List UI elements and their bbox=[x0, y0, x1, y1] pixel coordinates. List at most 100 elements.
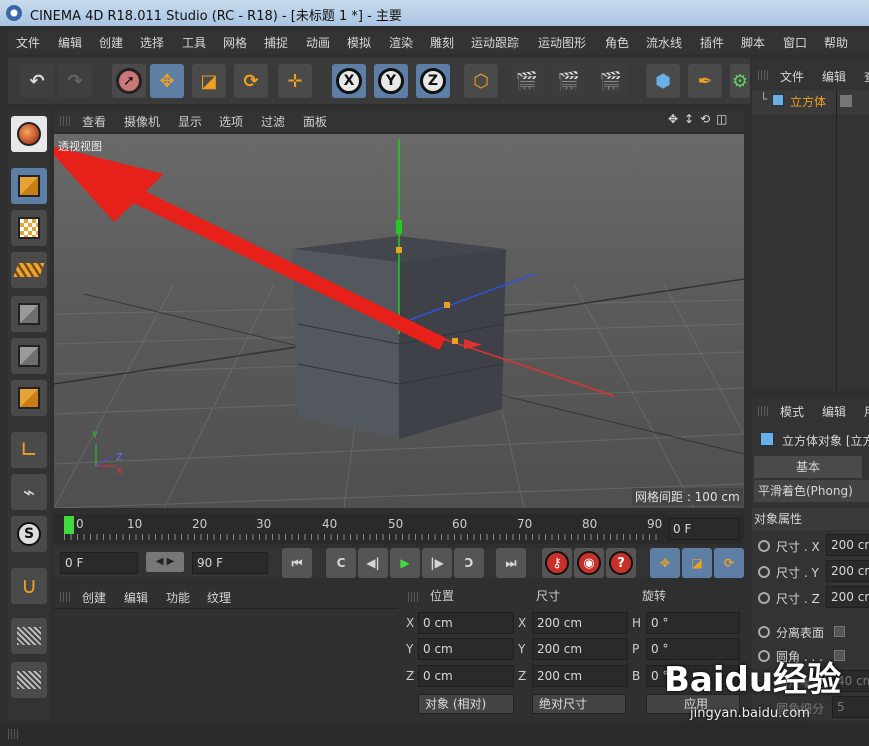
menu-create[interactable]: 创建 bbox=[99, 34, 123, 51]
material-menu-texture[interactable]: 纹理 bbox=[207, 589, 231, 606]
pos-x-field[interactable]: 0 cm bbox=[418, 612, 514, 634]
rotate-tool-button[interactable]: ⟳ bbox=[234, 64, 268, 98]
tab-basic[interactable]: 基本 bbox=[754, 456, 862, 478]
size-mode-dropdown[interactable]: 绝对尺寸 bbox=[532, 694, 626, 714]
menu-mesh[interactable]: 网格 bbox=[223, 34, 247, 51]
viewport-menu-panel[interactable]: 面板 bbox=[303, 113, 327, 130]
menu-simulate[interactable]: 模拟 bbox=[347, 34, 371, 51]
menu-character[interactable]: 角色 bbox=[605, 34, 629, 51]
autokey-button[interactable]: ◉ bbox=[574, 548, 604, 578]
points-mode-button[interactable] bbox=[11, 296, 47, 332]
coord-mode-dropdown[interactable]: 对象 (相对) bbox=[418, 694, 514, 714]
key-rotation-button[interactable]: ⟳ bbox=[714, 548, 744, 578]
attr-menu-user[interactable]: 用 bbox=[864, 403, 869, 420]
axis-mode-button[interactable]: ∟ bbox=[11, 432, 47, 468]
render-view-button[interactable]: 🎬 bbox=[510, 64, 544, 98]
current-frame-field[interactable]: 0 F bbox=[668, 518, 740, 540]
pen-spline-button[interactable]: ✒ bbox=[688, 64, 722, 98]
menu-edit[interactable]: 编辑 bbox=[58, 34, 82, 51]
material-menu-edit[interactable]: 编辑 bbox=[124, 589, 148, 606]
menu-select[interactable]: 选择 bbox=[140, 34, 164, 51]
lock-workplane-button[interactable] bbox=[11, 618, 47, 654]
frame-range-slider[interactable]: ◀ ▶ bbox=[146, 552, 184, 572]
phong-tag-icon[interactable] bbox=[840, 95, 852, 107]
key-position-button[interactable]: ✥ bbox=[650, 548, 680, 578]
menu-help[interactable]: 帮助 bbox=[824, 34, 848, 51]
attr-menu-mode[interactable]: 模式 bbox=[780, 403, 804, 420]
menu-motion-tracking[interactable]: 运动跟踪 bbox=[471, 34, 519, 51]
viewport-zoom-icon[interactable]: ↕ bbox=[684, 112, 694, 126]
separate-surfaces-radio[interactable] bbox=[758, 626, 770, 638]
size-z-field[interactable]: 200 cm bbox=[826, 586, 869, 608]
magnet-button[interactable]: ∪ bbox=[11, 568, 47, 604]
viewport-rotate-icon[interactable]: ⟲ bbox=[700, 112, 710, 126]
key-scale-button[interactable]: ◪ bbox=[682, 548, 712, 578]
move-tool-button[interactable]: ✥ bbox=[150, 64, 184, 98]
next-frame-button[interactable]: |▶ bbox=[422, 548, 452, 578]
viewport-menu-view[interactable]: 查看 bbox=[82, 113, 106, 130]
coord-size-z-field[interactable]: 200 cm bbox=[532, 665, 628, 687]
z-axis-button[interactable]: Z bbox=[416, 64, 450, 98]
transform-tool-button[interactable]: ✛ bbox=[278, 64, 312, 98]
tab-phong[interactable]: 平滑着色(Phong) bbox=[754, 480, 869, 502]
object-menu-edit[interactable]: 编辑 bbox=[822, 68, 846, 85]
separate-surfaces-checkbox[interactable] bbox=[834, 626, 845, 637]
menu-plugins[interactable]: 插件 bbox=[700, 34, 724, 51]
playhead-marker[interactable] bbox=[64, 516, 74, 534]
previous-frame-button[interactable]: ◀| bbox=[358, 548, 388, 578]
menu-render[interactable]: 渲染 bbox=[389, 34, 413, 51]
size-x-radio[interactable] bbox=[758, 540, 770, 552]
pos-y-field[interactable]: 0 cm bbox=[418, 638, 514, 660]
play-button[interactable]: ▶ bbox=[390, 548, 420, 578]
scale-tool-button[interactable]: ◪ bbox=[192, 64, 226, 98]
viewport-layout-icon[interactable]: ◫ bbox=[716, 112, 727, 126]
record-active-button[interactable]: ⚷ bbox=[542, 548, 572, 578]
menu-sculpt[interactable]: 雕刻 bbox=[430, 34, 454, 51]
planar-workplane-button[interactable] bbox=[11, 662, 47, 698]
size-x-field[interactable]: 200 cm bbox=[826, 534, 869, 556]
generator-button[interactable]: ⚙ bbox=[730, 64, 750, 98]
coord-size-y-field[interactable]: 200 cm bbox=[532, 638, 628, 660]
keyframe-selection-button[interactable]: ? bbox=[606, 548, 636, 578]
edges-mode-button[interactable] bbox=[11, 338, 47, 374]
previous-key-button[interactable]: C bbox=[326, 548, 356, 578]
y-axis-button[interactable]: Y bbox=[374, 64, 408, 98]
menu-script[interactable]: 脚本 bbox=[741, 34, 765, 51]
menu-window[interactable]: 窗口 bbox=[783, 34, 807, 51]
viewport-menu-camera[interactable]: 摄像机 bbox=[124, 113, 160, 130]
size-y-field[interactable]: 200 cm bbox=[826, 560, 869, 582]
material-menu-function[interactable]: 功能 bbox=[166, 589, 190, 606]
next-key-button[interactable]: Ↄ bbox=[454, 548, 484, 578]
render-settings-button[interactable]: 🎬 bbox=[594, 64, 628, 98]
model-mode-button[interactable] bbox=[11, 168, 47, 204]
timeline-ruler[interactable]: 0 10 20 30 40 50 60 70 80 90 0 F bbox=[54, 514, 744, 544]
x-axis-button[interactable]: X bbox=[332, 64, 366, 98]
viewport-menu-display[interactable]: 显示 bbox=[178, 113, 202, 130]
menu-animate[interactable]: 动画 bbox=[306, 34, 330, 51]
render-picture-viewer-button[interactable]: 🎬 bbox=[552, 64, 586, 98]
menu-file[interactable]: 文件 bbox=[16, 34, 40, 51]
pos-z-field[interactable]: 0 cm bbox=[418, 665, 514, 687]
go-to-end-button[interactable]: ⏭ bbox=[496, 548, 526, 578]
size-y-radio[interactable] bbox=[758, 566, 770, 578]
attr-menu-edit[interactable]: 编辑 bbox=[822, 403, 846, 420]
coordinate-system-button[interactable]: ⬡ bbox=[464, 64, 498, 98]
texture-mode-button[interactable] bbox=[11, 210, 47, 246]
viewport-move-icon[interactable]: ✥ bbox=[668, 112, 678, 126]
go-to-start-button[interactable]: ⏮ bbox=[282, 548, 312, 578]
undo-button[interactable]: ↶ bbox=[20, 64, 54, 98]
viewport-menu-filter[interactable]: 过滤 bbox=[261, 113, 285, 130]
coord-size-x-field[interactable]: 200 cm bbox=[532, 612, 628, 634]
make-editable-button[interactable] bbox=[11, 116, 47, 152]
start-frame-field[interactable]: 0 F bbox=[60, 552, 138, 574]
size-z-radio[interactable] bbox=[758, 592, 770, 604]
workplane-mode-button[interactable] bbox=[11, 252, 47, 288]
cube-object-button[interactable]: ⬢ bbox=[646, 64, 680, 98]
polygons-mode-button[interactable] bbox=[11, 380, 47, 416]
tweak-mode-button[interactable]: ⌁ bbox=[11, 474, 47, 510]
viewport-menu-options[interactable]: 选项 bbox=[219, 113, 243, 130]
menu-mograph[interactable]: 运动图形 bbox=[538, 34, 586, 51]
material-menu-create[interactable]: 创建 bbox=[82, 589, 106, 606]
object-row-cube[interactable]: └ 立方体 bbox=[752, 90, 869, 114]
menu-tools[interactable]: 工具 bbox=[182, 34, 206, 51]
